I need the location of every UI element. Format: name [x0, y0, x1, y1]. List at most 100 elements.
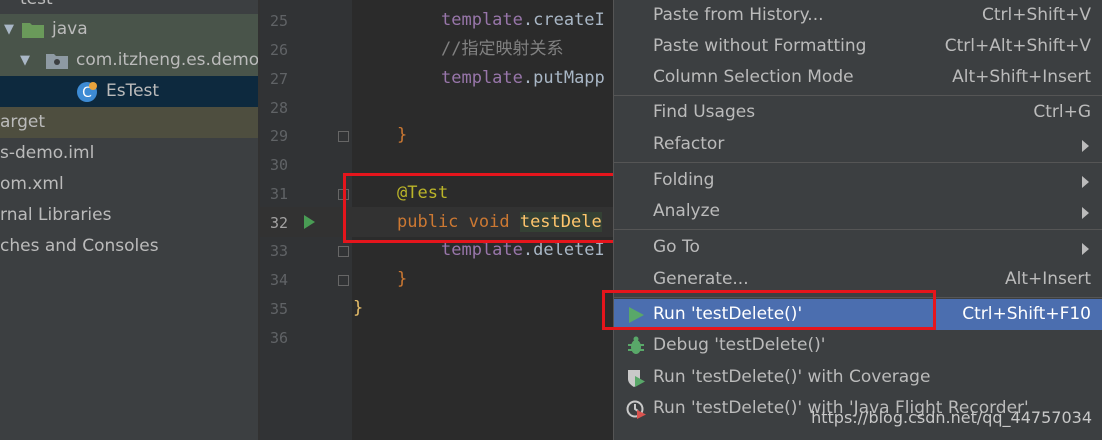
run-play-icon: [629, 307, 644, 323]
code-token: template: [441, 240, 523, 260]
code-token: template: [441, 68, 523, 88]
line-number: 34: [269, 271, 288, 289]
menu-item-shortcut: Alt+Insert: [1004, 269, 1091, 289]
line-number: 28: [269, 99, 288, 117]
tree-item-estest[interactable]: C EsTest: [0, 76, 258, 107]
menu-item-label: Column Selection Mode: [653, 67, 854, 87]
menu-item-label: Folding: [653, 170, 715, 190]
menu-separator: [614, 162, 1102, 163]
menu-item-label: Refactor: [653, 134, 725, 154]
menu-item-run-with-coverage[interactable]: Run 'testDelete()' with Coverage: [614, 362, 1102, 393]
menu-item-folding[interactable]: Folding: [614, 165, 1102, 196]
tree-item-scratches[interactable]: ches and Consoles: [0, 231, 258, 262]
line-number: 25: [269, 12, 288, 30]
tree-item-package[interactable]: ▼ com.itzheng.es.demo: [0, 45, 258, 76]
line-number: 33: [269, 242, 288, 260]
menu-item-label: Run 'testDelete()': [653, 304, 803, 324]
project-tree-panel: test ▼ java ▼ com.itzheng.es.demo C EsTe…: [0, 0, 258, 440]
menu-separator: [614, 297, 1102, 298]
menu-item-label: Run 'testDelete()' with Coverage: [653, 367, 931, 387]
fold-marker-icon[interactable]: [338, 246, 349, 257]
tree-item-label: com.itzheng.es.demo: [76, 50, 258, 70]
code-token: testDele: [519, 212, 602, 232]
menu-item-label: Paste from History...: [653, 5, 824, 25]
code-line-31: @Test: [397, 183, 449, 203]
tree-item-target[interactable]: arget: [0, 107, 258, 138]
code-line-32: public void testDele: [397, 208, 602, 237]
watermark-text: https://blog.csdn.net/qq_44757034: [811, 408, 1092, 427]
code-line-29: }: [397, 125, 408, 145]
code-line-25: template.createI: [441, 6, 605, 35]
menu-item-label: Generate...: [653, 269, 749, 289]
menu-item-paste-from-history[interactable]: Paste from History... Ctrl+Shift+V: [614, 0, 1102, 31]
submenu-arrow-icon: [1082, 207, 1089, 219]
code-token: template: [441, 10, 523, 30]
menu-item-label: Find Usages: [653, 102, 756, 122]
fold-marker-icon[interactable]: [338, 189, 349, 200]
menu-item-analyze[interactable]: Analyze: [614, 196, 1102, 227]
line-number: 35: [269, 300, 288, 318]
tree-item-label: EsTest: [106, 81, 160, 101]
code-line-26: //指定映射关系: [441, 39, 564, 59]
menu-item-find-usages[interactable]: Find Usages Ctrl+G: [614, 97, 1102, 128]
menu-item-go-to[interactable]: Go To: [614, 232, 1102, 263]
tree-item-label: ches and Consoles: [0, 236, 159, 256]
menu-item-column-selection-mode[interactable]: Column Selection Mode Alt+Shift+Insert: [614, 62, 1102, 93]
tree-item-label: om.xml: [0, 174, 64, 194]
debug-bug-icon: [628, 336, 644, 354]
code-token: .deleteI: [522, 240, 605, 260]
tree-item-label: java: [52, 19, 88, 39]
menu-item-shortcut: Ctrl+Alt+Shift+V: [944, 36, 1091, 56]
line-number: 30: [269, 156, 288, 174]
tree-item-external-libraries[interactable]: rnal Libraries: [0, 200, 258, 231]
menu-item-refactor[interactable]: Refactor: [614, 129, 1102, 160]
java-class-icon: C: [77, 82, 97, 102]
menu-item-shortcut: Ctrl+G: [1033, 102, 1091, 122]
tree-item-iml[interactable]: s-demo.iml: [0, 138, 258, 169]
run-test-gutter-icon[interactable]: [304, 215, 315, 229]
code-token: .putMapp: [522, 68, 605, 88]
expand-arrow-icon[interactable]: ▼: [4, 14, 14, 45]
menu-item-run-test[interactable]: Run 'testDelete()' Ctrl+Shift+F10: [614, 299, 1102, 330]
menu-item-label: Analyze: [653, 201, 720, 221]
tree-item-label: test: [20, 0, 53, 15]
menu-item-paste-without-formatting[interactable]: Paste without Formatting Ctrl+Alt+Shift+…: [614, 31, 1102, 62]
flight-recorder-clock-icon: [626, 400, 646, 419]
menu-item-shortcut: Ctrl+Shift+F10: [962, 304, 1091, 324]
tree-item-java[interactable]: ▼ java: [0, 14, 258, 45]
expand-arrow-icon[interactable]: ▼: [20, 45, 30, 76]
tree-item-label: rnal Libraries: [0, 205, 112, 225]
menu-separator: [614, 229, 1102, 230]
menu-separator: [614, 95, 1102, 96]
line-number: 32: [269, 214, 288, 232]
coverage-shield-icon: [628, 370, 645, 387]
package-folder-icon: [46, 54, 68, 69]
code-token: public void: [397, 212, 520, 232]
menu-item-generate[interactable]: Generate... Alt+Insert: [614, 264, 1102, 295]
tree-item-label: s-demo.iml: [0, 143, 95, 163]
code-line-33: template.deleteI: [441, 236, 605, 265]
editor-context-menu: Paste from History... Ctrl+Shift+V Paste…: [613, 0, 1102, 440]
source-folder-icon: [22, 23, 44, 38]
tree-item-label: arget: [0, 112, 46, 132]
submenu-arrow-icon: [1082, 176, 1089, 188]
line-number: 27: [269, 70, 288, 88]
menu-item-debug-test[interactable]: Debug 'testDelete()': [614, 330, 1102, 361]
code-line-34: }: [397, 269, 408, 289]
menu-item-label: Go To: [653, 237, 700, 257]
line-number: 31: [269, 185, 288, 203]
menu-item-label: Paste without Formatting: [653, 36, 867, 56]
tree-item-test[interactable]: test: [0, 0, 258, 15]
code-token: .createI: [522, 10, 605, 30]
fold-marker-icon[interactable]: [338, 275, 349, 286]
submenu-arrow-icon: [1082, 140, 1089, 152]
code-line-27: template.putMapp: [441, 64, 605, 93]
tree-item-pom[interactable]: om.xml: [0, 169, 258, 200]
fold-marker-icon[interactable]: [338, 131, 349, 142]
line-number: 36: [269, 329, 288, 347]
code-line-35: }: [353, 298, 364, 318]
menu-item-shortcut: Alt+Shift+Insert: [952, 67, 1091, 87]
submenu-arrow-icon: [1082, 243, 1089, 255]
menu-item-label: Debug 'testDelete()': [653, 335, 826, 355]
menu-item-shortcut: Ctrl+Shift+V: [981, 5, 1091, 25]
